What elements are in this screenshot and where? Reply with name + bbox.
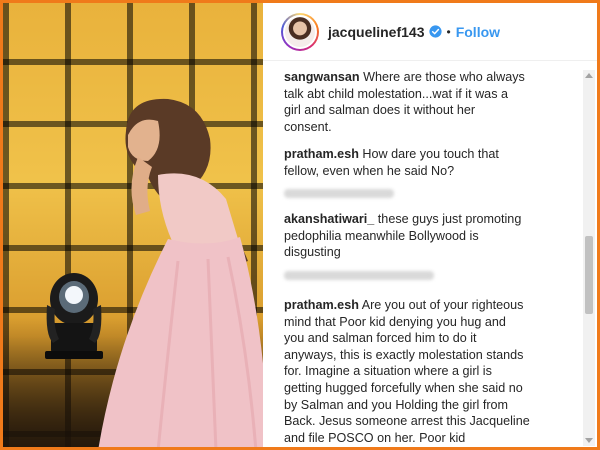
header-separator: • [446, 24, 451, 39]
comment-item: sangwansan Where are those who always ta… [284, 69, 576, 135]
comment-text-line: pedophilia meanwhile Bollywood is [284, 228, 479, 243]
comment-meta-blurred [284, 271, 434, 280]
comment-username[interactable]: pratham.esh [284, 147, 359, 161]
comment-text-line: fellow, even when he said No? [284, 163, 455, 178]
comments-scrollbar[interactable] [583, 70, 595, 446]
comment-text-line: disgusting [284, 245, 341, 260]
comment-list: sangwansan Where are those who always ta… [263, 61, 597, 447]
comment-text-line: for. Imagine a situation where a girl is [284, 364, 492, 379]
comment-text-line: Are you out of your righteous [358, 298, 524, 312]
post-media[interactable] [3, 3, 263, 447]
comment-text-line: getting hugged forcefully when she said … [284, 380, 523, 395]
follow-button[interactable]: Follow [456, 24, 500, 40]
comment-text-line: anyways, this is exactly molestation sta… [284, 347, 524, 362]
scrollbar-thumb[interactable] [585, 236, 593, 314]
comment-username[interactable]: akanshatiwari_ [284, 212, 374, 226]
comment-text-line: these guys just promoting [374, 212, 522, 226]
comment-item: pratham.esh Are you out of your righteou… [284, 297, 576, 446]
comment-text-line: How dare you touch that [358, 147, 499, 161]
comment-username[interactable]: pratham.esh [284, 298, 359, 312]
comment-item: pratham.esh How dare you touch that fell… [284, 146, 576, 179]
post-header: jacquelinef143 • Follow [263, 3, 597, 61]
performer-figure [98, 98, 263, 447]
comment-text-line: girl and salman does it without her [284, 103, 476, 118]
comment-username[interactable]: sangwansan [284, 70, 360, 84]
comment-text-line: Back. Jesus someone arrest this Jacqueli… [284, 414, 530, 429]
comment-text-line: mind that Poor kid denying you hug and [284, 314, 506, 329]
comment-text-line: talk abt child molestation...wat if it w… [284, 86, 508, 101]
verified-badge-icon [428, 25, 442, 38]
comment-text-line: by Salman and you Holding the girl from [284, 397, 509, 412]
post-username[interactable]: jacquelinef143 [328, 24, 425, 40]
scroll-up-arrow-icon[interactable] [585, 73, 593, 78]
scroll-down-arrow-icon[interactable] [585, 438, 593, 443]
avatar[interactable] [281, 12, 319, 51]
comments-panel: jacquelinef143 • Follow sangwansan Where… [263, 3, 597, 447]
comment-text-line: and file POSCO on her. Poor kid [284, 430, 466, 445]
comment-text-line: consent. [284, 119, 332, 134]
comment-item: akanshatiwari_ these guys just promoting… [284, 211, 576, 261]
comment-meta-blurred [284, 189, 394, 198]
comment-text-line: you and salman forced him to do it [284, 331, 477, 346]
comment-text-line: Where are those who always [359, 70, 525, 84]
